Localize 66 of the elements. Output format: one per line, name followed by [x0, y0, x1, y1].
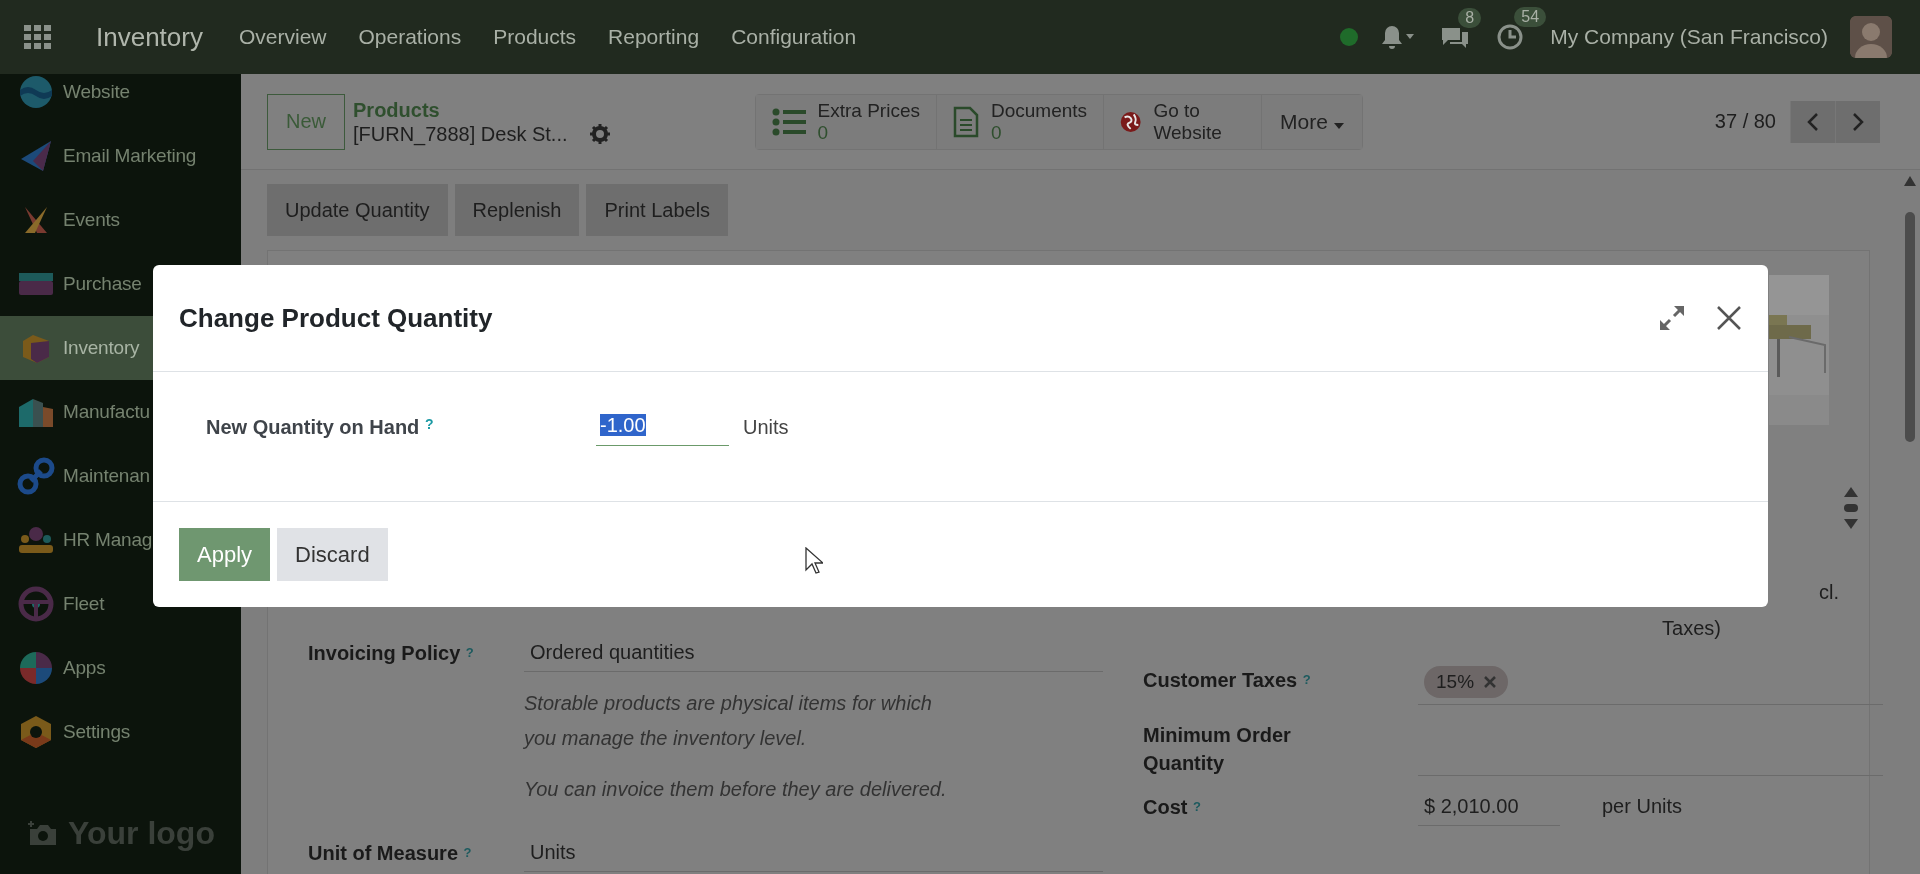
field-value[interactable]: Ordered quantities [524, 633, 1103, 672]
menu-item[interactable]: Products [477, 25, 593, 49]
clock-icon[interactable] [1496, 23, 1525, 51]
apps-menu-icon[interactable] [24, 25, 52, 49]
field-value[interactable]: Units [524, 833, 1103, 872]
action-button[interactable]: Print Labels [586, 184, 729, 236]
app-icon [17, 457, 55, 495]
action-button[interactable]: Update Quantity [267, 184, 448, 236]
expand-icon[interactable] [1658, 304, 1686, 332]
next-button[interactable] [1835, 100, 1880, 143]
help-text: Storable products are physical items for which you manage the inventory level. [524, 691, 933, 751]
bell-icon[interactable] [1380, 24, 1415, 50]
remove-icon[interactable] [1484, 676, 1497, 688]
scroll-up-icon[interactable] [1904, 176, 1916, 186]
chevron-left-icon [1807, 111, 1819, 132]
quantity-field[interactable]: -1.00 [596, 410, 729, 446]
unit-label: Units [743, 416, 789, 439]
stat-button[interactable]: Go to Website [1104, 94, 1263, 149]
app-menu-item[interactable]: Events [0, 188, 241, 252]
menu-item[interactable]: Operations [342, 25, 478, 49]
activity-count: 54 [1514, 7, 1547, 27]
more-button[interactable]: More [1262, 94, 1362, 149]
menu-item[interactable]: Reporting [592, 25, 716, 49]
stat-button[interactable]: Documents 0 [936, 94, 1105, 149]
unit-label: per Units [1601, 794, 1684, 819]
discard-button[interactable]: Discard [277, 528, 388, 581]
app-icon [17, 585, 55, 623]
document-icon [952, 105, 979, 138]
action-button[interactable]: Replenish [454, 184, 580, 236]
priority-arrows-icon[interactable] [1843, 485, 1859, 531]
field-value[interactable]: $ 2,010.00 [1418, 787, 1560, 826]
list-icon [771, 107, 806, 136]
field-label: Customer Taxes $^{?}$ [1143, 668, 1312, 693]
company-name[interactable]: My Company (San Francisco) [1550, 25, 1828, 49]
field-label: Invoicing Policy $^{?}$ [308, 641, 475, 666]
app-menu-item[interactable]: Website [0, 74, 241, 124]
app-menu-item[interactable]: Apps [0, 636, 241, 700]
field-label: Cost $^{?}$ [1143, 795, 1202, 820]
previous-button[interactable] [1790, 100, 1835, 143]
app-menu-item[interactable]: Settings [0, 700, 241, 764]
tax-tag[interactable]: 15% [1424, 666, 1509, 698]
menu-item[interactable]: Overview [222, 25, 343, 49]
app-icon [17, 74, 55, 111]
app-name[interactable]: Inventory [96, 21, 203, 53]
chevron-right-icon [1852, 111, 1864, 132]
app-icon [17, 649, 55, 687]
app-menu-item[interactable]: Maintenan [0, 444, 241, 508]
menu-item[interactable]: Configuration [715, 25, 873, 49]
record-title: [FURN_7888] Desk St... [353, 121, 568, 146]
scrollbar-thumb[interactable] [1905, 212, 1915, 442]
help-text: You can invoice them before they are delivered. [524, 777, 948, 802]
field-label: Minimum Order Quantity [1143, 723, 1292, 776]
pager-value: 37 / 80 [1714, 110, 1776, 133]
field-label: New Quantity on Hand $^{?}$ [206, 416, 435, 439]
app-menu-item[interactable]: Email Marketing [0, 124, 241, 188]
gear-icon[interactable] [589, 123, 610, 144]
close-icon[interactable] [1716, 305, 1742, 331]
breadcrumb-link[interactable]: Products [353, 97, 610, 122]
field-label: Unit of Measure $^{?}$ [308, 841, 473, 866]
field-label: cl. [1819, 580, 1839, 605]
message-count: 8 [1458, 8, 1482, 28]
cursor-icon [805, 547, 823, 575]
caret-icon [1333, 122, 1344, 129]
field-label: Taxes) [1662, 616, 1721, 641]
stat-button[interactable]: Extra Prices 0 [755, 94, 937, 149]
apply-button[interactable]: Apply [179, 528, 271, 581]
